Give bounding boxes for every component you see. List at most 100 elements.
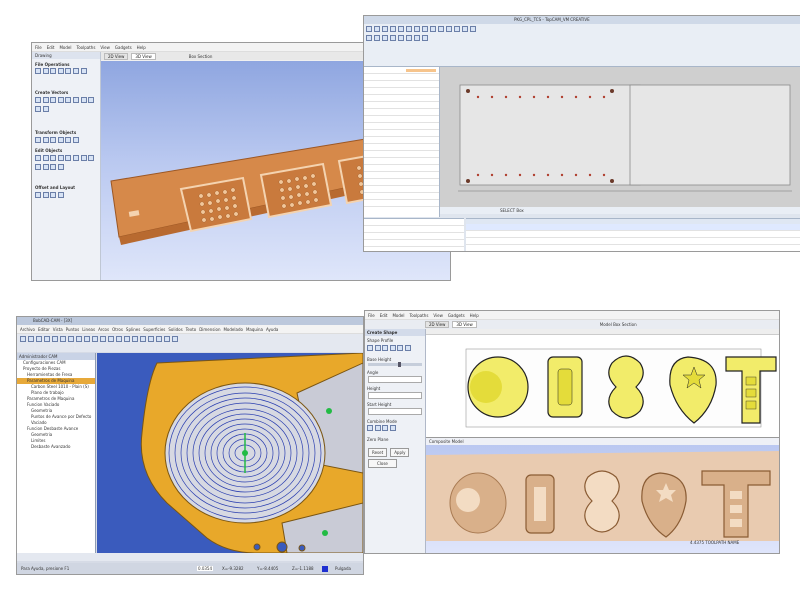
menu-editar[interactable]: Editar: [38, 327, 50, 332]
list-row[interactable]: [364, 233, 464, 240]
curve-icon[interactable]: [88, 97, 95, 103]
menu-puntos[interactable]: Puntos: [66, 327, 80, 332]
menu-model[interactable]: Model: [392, 313, 404, 318]
tb-print-icon[interactable]: [44, 336, 50, 342]
menu-toolpaths[interactable]: Toolpaths: [409, 313, 428, 318]
save-icon[interactable]: [50, 68, 57, 74]
property-row[interactable]: [364, 200, 439, 207]
tab-3d-view[interactable]: 3D View: [452, 320, 477, 328]
polygon-icon[interactable]: [57, 97, 64, 103]
node-edit-icon[interactable]: [35, 155, 41, 161]
property-row[interactable]: [364, 172, 439, 179]
ribbon-pan-icon[interactable]: [430, 26, 436, 32]
property-row[interactable]: [364, 186, 439, 193]
menu-help[interactable]: Help: [470, 313, 479, 318]
height-field[interactable]: [368, 392, 422, 399]
ellipse-icon[interactable]: [42, 97, 49, 103]
menu-modelado[interactable]: Modelado: [223, 327, 242, 332]
close-button[interactable]: Close: [368, 459, 397, 468]
color-swatch[interactable]: [322, 566, 328, 572]
text-icon[interactable]: [35, 106, 41, 112]
array-copy-icon[interactable]: [42, 192, 49, 198]
cut-icon[interactable]: [72, 68, 79, 74]
property-row[interactable]: [364, 144, 439, 151]
tb-dim-icon[interactable]: [164, 336, 170, 342]
menu-help[interactable]: Help: [137, 45, 146, 50]
menu-file[interactable]: File: [35, 45, 42, 50]
menu-solidos[interactable]: Solidos: [168, 327, 182, 332]
arc-icon[interactable]: [80, 97, 87, 103]
combine-merge-icon[interactable]: [382, 425, 389, 431]
table-row[interactable]: [466, 224, 800, 231]
menu-archivo[interactable]: Archivo: [20, 327, 35, 332]
import-icon[interactable]: [57, 68, 64, 74]
menu-otros[interactable]: Otros: [112, 327, 123, 332]
ribbon-nest-icon[interactable]: [398, 35, 404, 41]
tb-undo-icon[interactable]: [52, 336, 58, 342]
property-row[interactable]: [364, 193, 439, 200]
subtract-icon[interactable]: [57, 155, 64, 161]
property-row[interactable]: [364, 116, 439, 123]
tb-redo-icon[interactable]: [60, 336, 66, 342]
menu-ayuda[interactable]: Ayuda: [266, 327, 278, 332]
menu-edit[interactable]: Edit: [380, 313, 388, 318]
property-row[interactable]: [364, 88, 439, 95]
model-box-section[interactable]: Model Box Section: [600, 322, 637, 327]
menu-view[interactable]: View: [433, 313, 443, 318]
2d-shape-view[interactable]: [426, 329, 779, 438]
circle-icon[interactable]: [35, 97, 41, 103]
menu-view[interactable]: View: [100, 45, 110, 50]
align-icon[interactable]: [42, 137, 49, 143]
ribbon-save-icon[interactable]: [382, 26, 388, 32]
spiral-icon[interactable]: [42, 106, 49, 112]
nesting-icon[interactable]: [57, 192, 64, 198]
profile-pyramid-icon[interactable]: [404, 345, 411, 351]
export-icon[interactable]: [65, 68, 72, 74]
ungroup-icon[interactable]: [42, 164, 49, 170]
group-icon[interactable]: [35, 164, 41, 170]
property-row[interactable]: [364, 158, 439, 165]
property-row[interactable]: [364, 102, 439, 109]
profile-flat-icon[interactable]: [382, 345, 389, 351]
ribbon-open-icon[interactable]: [374, 26, 380, 32]
ribbon-tool-icon[interactable]: [446, 26, 452, 32]
ribbon-select-icon[interactable]: [414, 26, 420, 32]
angle-field[interactable]: [368, 376, 422, 383]
tb-cam-icon[interactable]: [172, 336, 178, 342]
property-row[interactable]: [364, 67, 439, 74]
combine-add-icon[interactable]: [367, 425, 373, 431]
offset-icon[interactable]: [35, 192, 41, 198]
table-row[interactable]: [466, 238, 800, 245]
combine-low-icon[interactable]: [389, 425, 396, 431]
menu-arcos[interactable]: Arcos: [98, 327, 109, 332]
ribbon-pocket-icon[interactable]: [382, 35, 388, 41]
ribbon-zoom-icon[interactable]: [422, 26, 428, 32]
tb-zoom-icon[interactable]: [68, 336, 74, 342]
menu-texto[interactable]: Texto: [186, 327, 197, 332]
tab-3d-view[interactable]: 3D View: [131, 52, 156, 60]
menu-lineas[interactable]: Lineas: [82, 327, 95, 332]
profile-round-icon[interactable]: [367, 345, 373, 351]
smart-snap-icon[interactable]: [50, 164, 57, 170]
property-row[interactable]: [364, 123, 439, 130]
property-row[interactable]: [364, 165, 439, 172]
mirror-icon[interactable]: [65, 137, 72, 143]
tab-2d-view[interactable]: 2D View: [104, 52, 129, 60]
circular-copy-icon[interactable]: [50, 192, 57, 198]
ribbon-print-icon[interactable]: [390, 26, 396, 32]
tb-new-icon[interactable]: [20, 336, 26, 342]
table-row[interactable]: [466, 231, 800, 238]
move-icon[interactable]: [35, 137, 41, 143]
intersect-icon[interactable]: [65, 155, 72, 161]
measure-icon[interactable]: [57, 164, 64, 170]
tb-line-icon[interactable]: [124, 336, 130, 342]
tb-save-icon[interactable]: [36, 336, 42, 342]
property-row[interactable]: [364, 151, 439, 158]
menu-dimension[interactable]: Dimension: [199, 327, 220, 332]
menu-superficies[interactable]: Superficies: [143, 327, 165, 332]
ribbon-new-icon[interactable]: [366, 26, 372, 32]
line-icon[interactable]: [72, 97, 79, 103]
menu-model[interactable]: Model: [59, 45, 71, 50]
list-row[interactable]: [364, 240, 464, 247]
menu-splines[interactable]: Splines: [126, 327, 140, 332]
